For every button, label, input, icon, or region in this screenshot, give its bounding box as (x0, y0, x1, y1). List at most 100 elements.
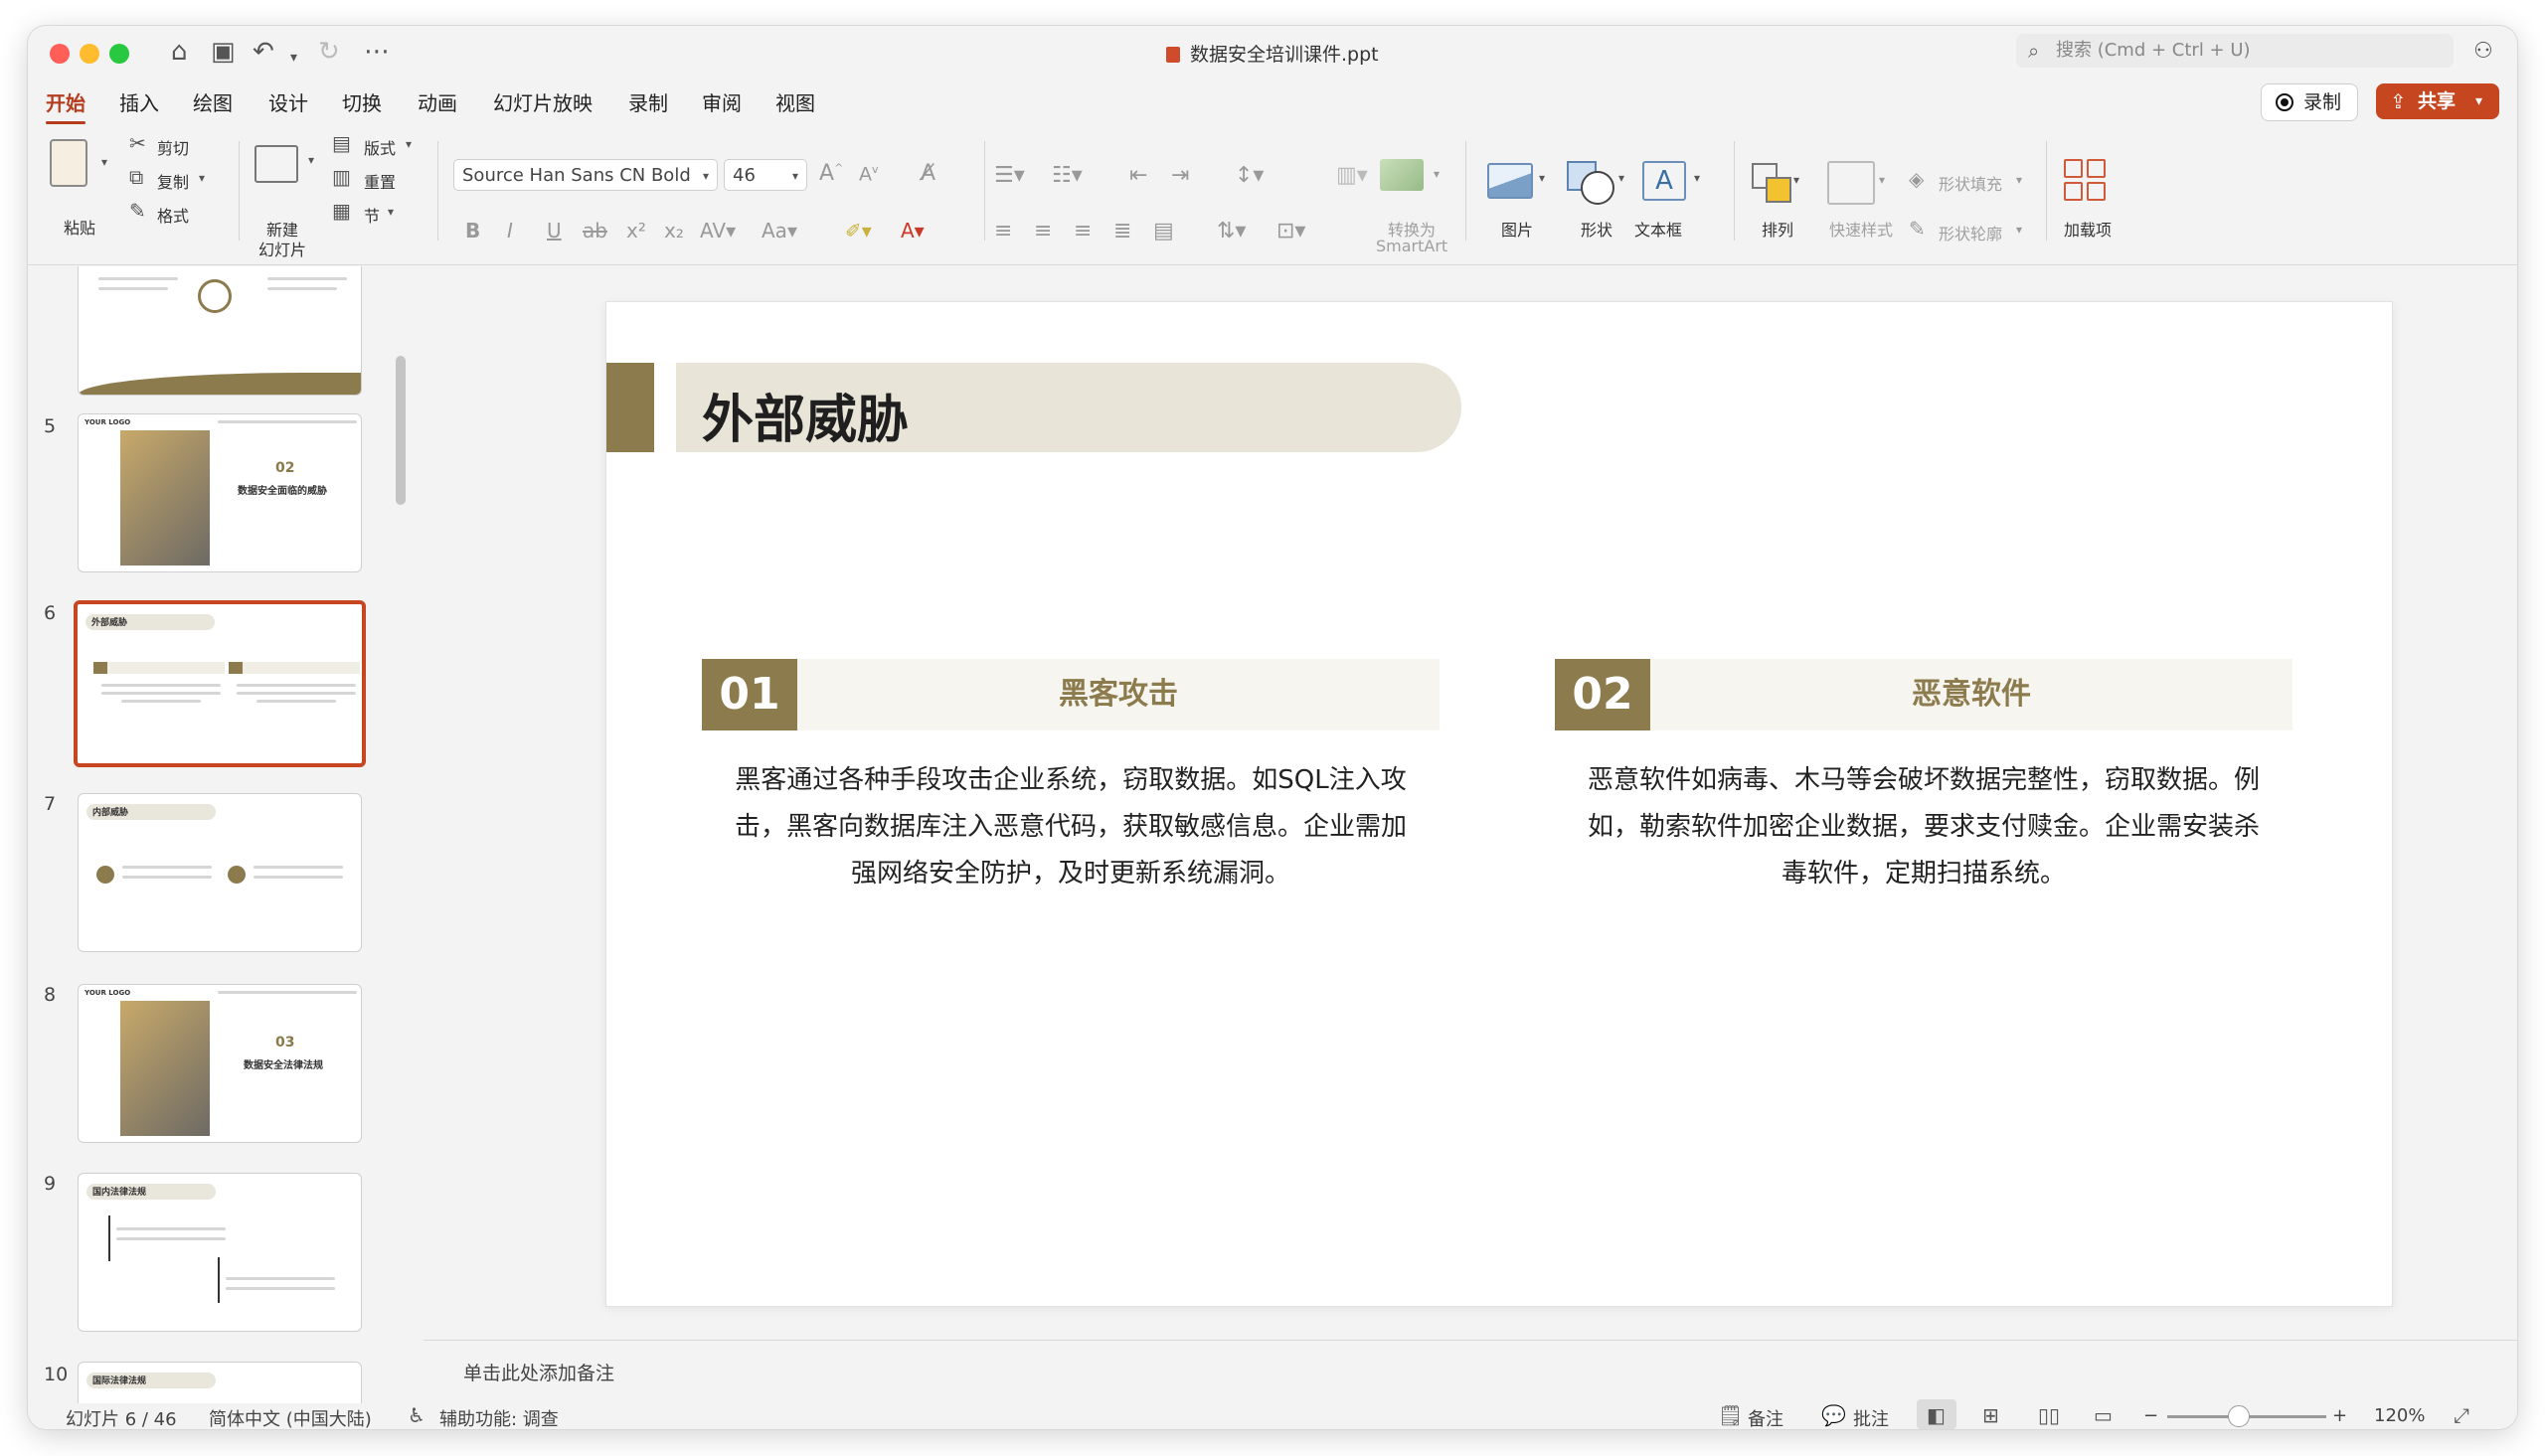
slide-sorter-icon[interactable]: ⊞ (1982, 1403, 1999, 1427)
font-size-select[interactable]: 46 ▾ (724, 159, 807, 191)
arrange-icon[interactable] (1766, 177, 1791, 203)
notes-placeholder[interactable]: 单击此处添加备注 (463, 1359, 614, 1385)
arrange-button[interactable]: 排列 (1762, 217, 1793, 241)
slide-thumbnail-4[interactable] (78, 266, 362, 396)
slide-editor[interactable]: 外部威胁 01 黑客攻击 黑客通过各种手段攻击企业系统，窃取数据。如SQL注入攻… (424, 266, 2517, 1340)
redo-icon[interactable]: ↻ (318, 38, 340, 66)
bullets-icon[interactable]: ☰▾ (994, 163, 1025, 188)
layout-dropdown-icon[interactable]: ▾ (406, 137, 412, 151)
align-center-icon[interactable]: ≡ (1034, 219, 1052, 243)
slide-thumbnail-5[interactable]: YOUR LOGO 02 数据安全面临的威胁 (78, 413, 362, 572)
shape-outline-button[interactable]: 形状轮廓 (1939, 221, 2002, 244)
addins-button[interactable]: 加载项 (2064, 217, 2112, 241)
tab-record[interactable]: 录制 (628, 87, 668, 116)
save-icon[interactable]: ▣ (211, 38, 236, 66)
numbering-icon[interactable]: ☷▾ (1052, 163, 1083, 188)
card-number[interactable]: 02 (1555, 659, 1650, 730)
slide-thumbnail-7[interactable]: 内部威胁 (78, 793, 362, 952)
smartart-dropdown-icon[interactable]: ▾ (1434, 167, 1440, 181)
align-left-icon[interactable]: ≡ (994, 219, 1012, 243)
text-direction-icon[interactable]: ⇅▾ (1217, 219, 1246, 243)
line-spacing-icon[interactable]: ↕▾ (1235, 163, 1264, 188)
clear-format-icon[interactable]: A̸ (921, 161, 935, 186)
increase-indent-icon[interactable]: ⇥ (1171, 163, 1189, 188)
character-spacing-icon[interactable]: AV▾ (700, 219, 736, 243)
quick-styles-button[interactable]: 快速样式 (1829, 217, 1893, 241)
card-body[interactable]: 恶意软件如病毒、木马等会破坏数据完整性，窃取数据。例 如，勒索软件加密企业数据，… (1576, 757, 2272, 897)
copy-dropdown-icon[interactable]: ▾ (199, 171, 205, 185)
subscript-icon[interactable]: x₂ (664, 219, 684, 243)
font-color-icon[interactable]: A▾ (901, 219, 925, 243)
decrease-font-icon[interactable]: Av (859, 163, 879, 185)
highlight-color-icon[interactable]: ✐▾ (845, 219, 872, 243)
shape-fill-dropdown-icon[interactable]: ▾ (2016, 173, 2022, 187)
slide-thumbnail-panel[interactable]: 5 YOUR LOGO 02 数据安全面临的威胁 6 外部威胁 7 内部威胁 8… (28, 266, 424, 1403)
tab-animations[interactable]: 动画 (418, 87, 457, 116)
shape-fill-button[interactable]: 形状填充 (1939, 171, 2002, 195)
slide-thumbnail-8[interactable]: YOUR LOGO 03 数据安全法律法规 (78, 984, 362, 1143)
decrease-indent-icon[interactable]: ⇤ (1129, 163, 1147, 188)
textbox-button[interactable]: 文本框 (1634, 217, 1682, 241)
fit-to-window-icon[interactable]: ⤢ (2454, 1403, 2469, 1427)
zoom-in-button[interactable]: + (2332, 1405, 2347, 1426)
more-icon[interactable]: ⋯ (364, 38, 390, 66)
font-name-select[interactable]: Source Han Sans CN Bold ▾ (453, 159, 718, 191)
card-number[interactable]: 01 (702, 659, 797, 730)
tab-draw[interactable]: 绘图 (193, 87, 233, 116)
thumbnail-scrollbar[interactable] (396, 356, 406, 505)
smartart-icon[interactable] (1380, 159, 1424, 191)
section-dropdown-icon[interactable]: ▾ (388, 205, 394, 219)
comments-toggle[interactable]: 批注 (1853, 1405, 1889, 1429)
tab-insert[interactable]: 插入 (119, 87, 159, 116)
notes-toggle[interactable]: 备注 (1748, 1405, 1783, 1429)
tab-design[interactable]: 设计 (268, 87, 308, 116)
zoom-window-button[interactable] (109, 44, 129, 64)
tab-transitions[interactable]: 切换 (342, 87, 382, 116)
change-case-icon[interactable]: Aa▾ (762, 219, 797, 243)
picture-button[interactable]: 图片 (1501, 217, 1533, 241)
new-slide-icon[interactable] (254, 145, 298, 183)
close-window-button[interactable] (50, 44, 70, 64)
layout-button[interactable]: 版式 (364, 135, 396, 159)
columns-icon[interactable]: ▥▾ (1336, 163, 1368, 188)
distribute-icon[interactable]: ▤ (1153, 219, 1174, 243)
justify-icon[interactable]: ≣ (1113, 219, 1131, 243)
slide-thumbnail-6[interactable]: 外部威胁 (74, 600, 366, 767)
new-slide-dropdown-icon[interactable]: ▾ (308, 153, 314, 167)
zoom-slider-thumb[interactable] (2228, 1405, 2250, 1427)
bold-icon[interactable]: B (465, 219, 480, 243)
smartart-button-line2[interactable]: SmartArt (1376, 237, 1447, 255)
slideshow-view-icon[interactable]: ▭ (2094, 1403, 2113, 1427)
card-title[interactable]: 恶意软件 (1650, 659, 2292, 730)
collaborate-icon[interactable]: ⚇ (2473, 38, 2493, 66)
tab-view[interactable]: 视图 (775, 87, 815, 116)
underline-icon[interactable]: U (547, 219, 562, 243)
textbox-dropdown-icon[interactable]: ▾ (1694, 171, 1700, 185)
shape-icon[interactable] (1581, 171, 1614, 205)
notes-pane[interactable]: 单击此处添加备注 (424, 1340, 2517, 1404)
shape-button[interactable]: 形状 (1581, 217, 1612, 241)
record-button[interactable]: 录制 (2261, 83, 2358, 121)
textbox-icon[interactable]: A (1642, 161, 1686, 201)
new-slide-button-line2[interactable]: 幻灯片 (258, 237, 306, 260)
align-text-icon[interactable]: ⊡▾ (1276, 219, 1305, 243)
tab-slideshow[interactable]: 幻灯片放映 (493, 87, 593, 116)
paste-button[interactable]: 粘贴 (64, 215, 95, 239)
shape-dropdown-icon[interactable]: ▾ (1618, 171, 1624, 185)
slide-title[interactable]: 外部威胁 (702, 378, 909, 452)
paste-dropdown-icon[interactable]: ▾ (101, 155, 107, 169)
shape-outline-dropdown-icon[interactable]: ▾ (2016, 223, 2022, 237)
quick-styles-dropdown-icon[interactable]: ▾ (1879, 173, 1885, 187)
reading-view-icon[interactable]: ▯▯ (2038, 1403, 2060, 1427)
normal-view-icon[interactable]: ◧ (1927, 1403, 1946, 1427)
accessibility-status[interactable]: 辅助功能: 调查 (439, 1405, 559, 1429)
paste-icon[interactable] (50, 139, 87, 187)
cut-button[interactable]: 剪切 (157, 135, 189, 159)
superscript-icon[interactable]: x² (626, 219, 646, 243)
card-body[interactable]: 黑客通过各种手段攻击企业系统，窃取数据。如SQL注入攻 击，黑客向数据库注入恶意… (723, 757, 1419, 897)
language-indicator[interactable]: 简体中文 (中国大陆) (209, 1405, 372, 1429)
section-button[interactable]: 节 (364, 203, 380, 227)
italic-icon[interactable]: I (507, 219, 513, 243)
home-icon[interactable]: ⌂ (171, 38, 188, 66)
tab-home[interactable]: 开始 (46, 87, 85, 124)
